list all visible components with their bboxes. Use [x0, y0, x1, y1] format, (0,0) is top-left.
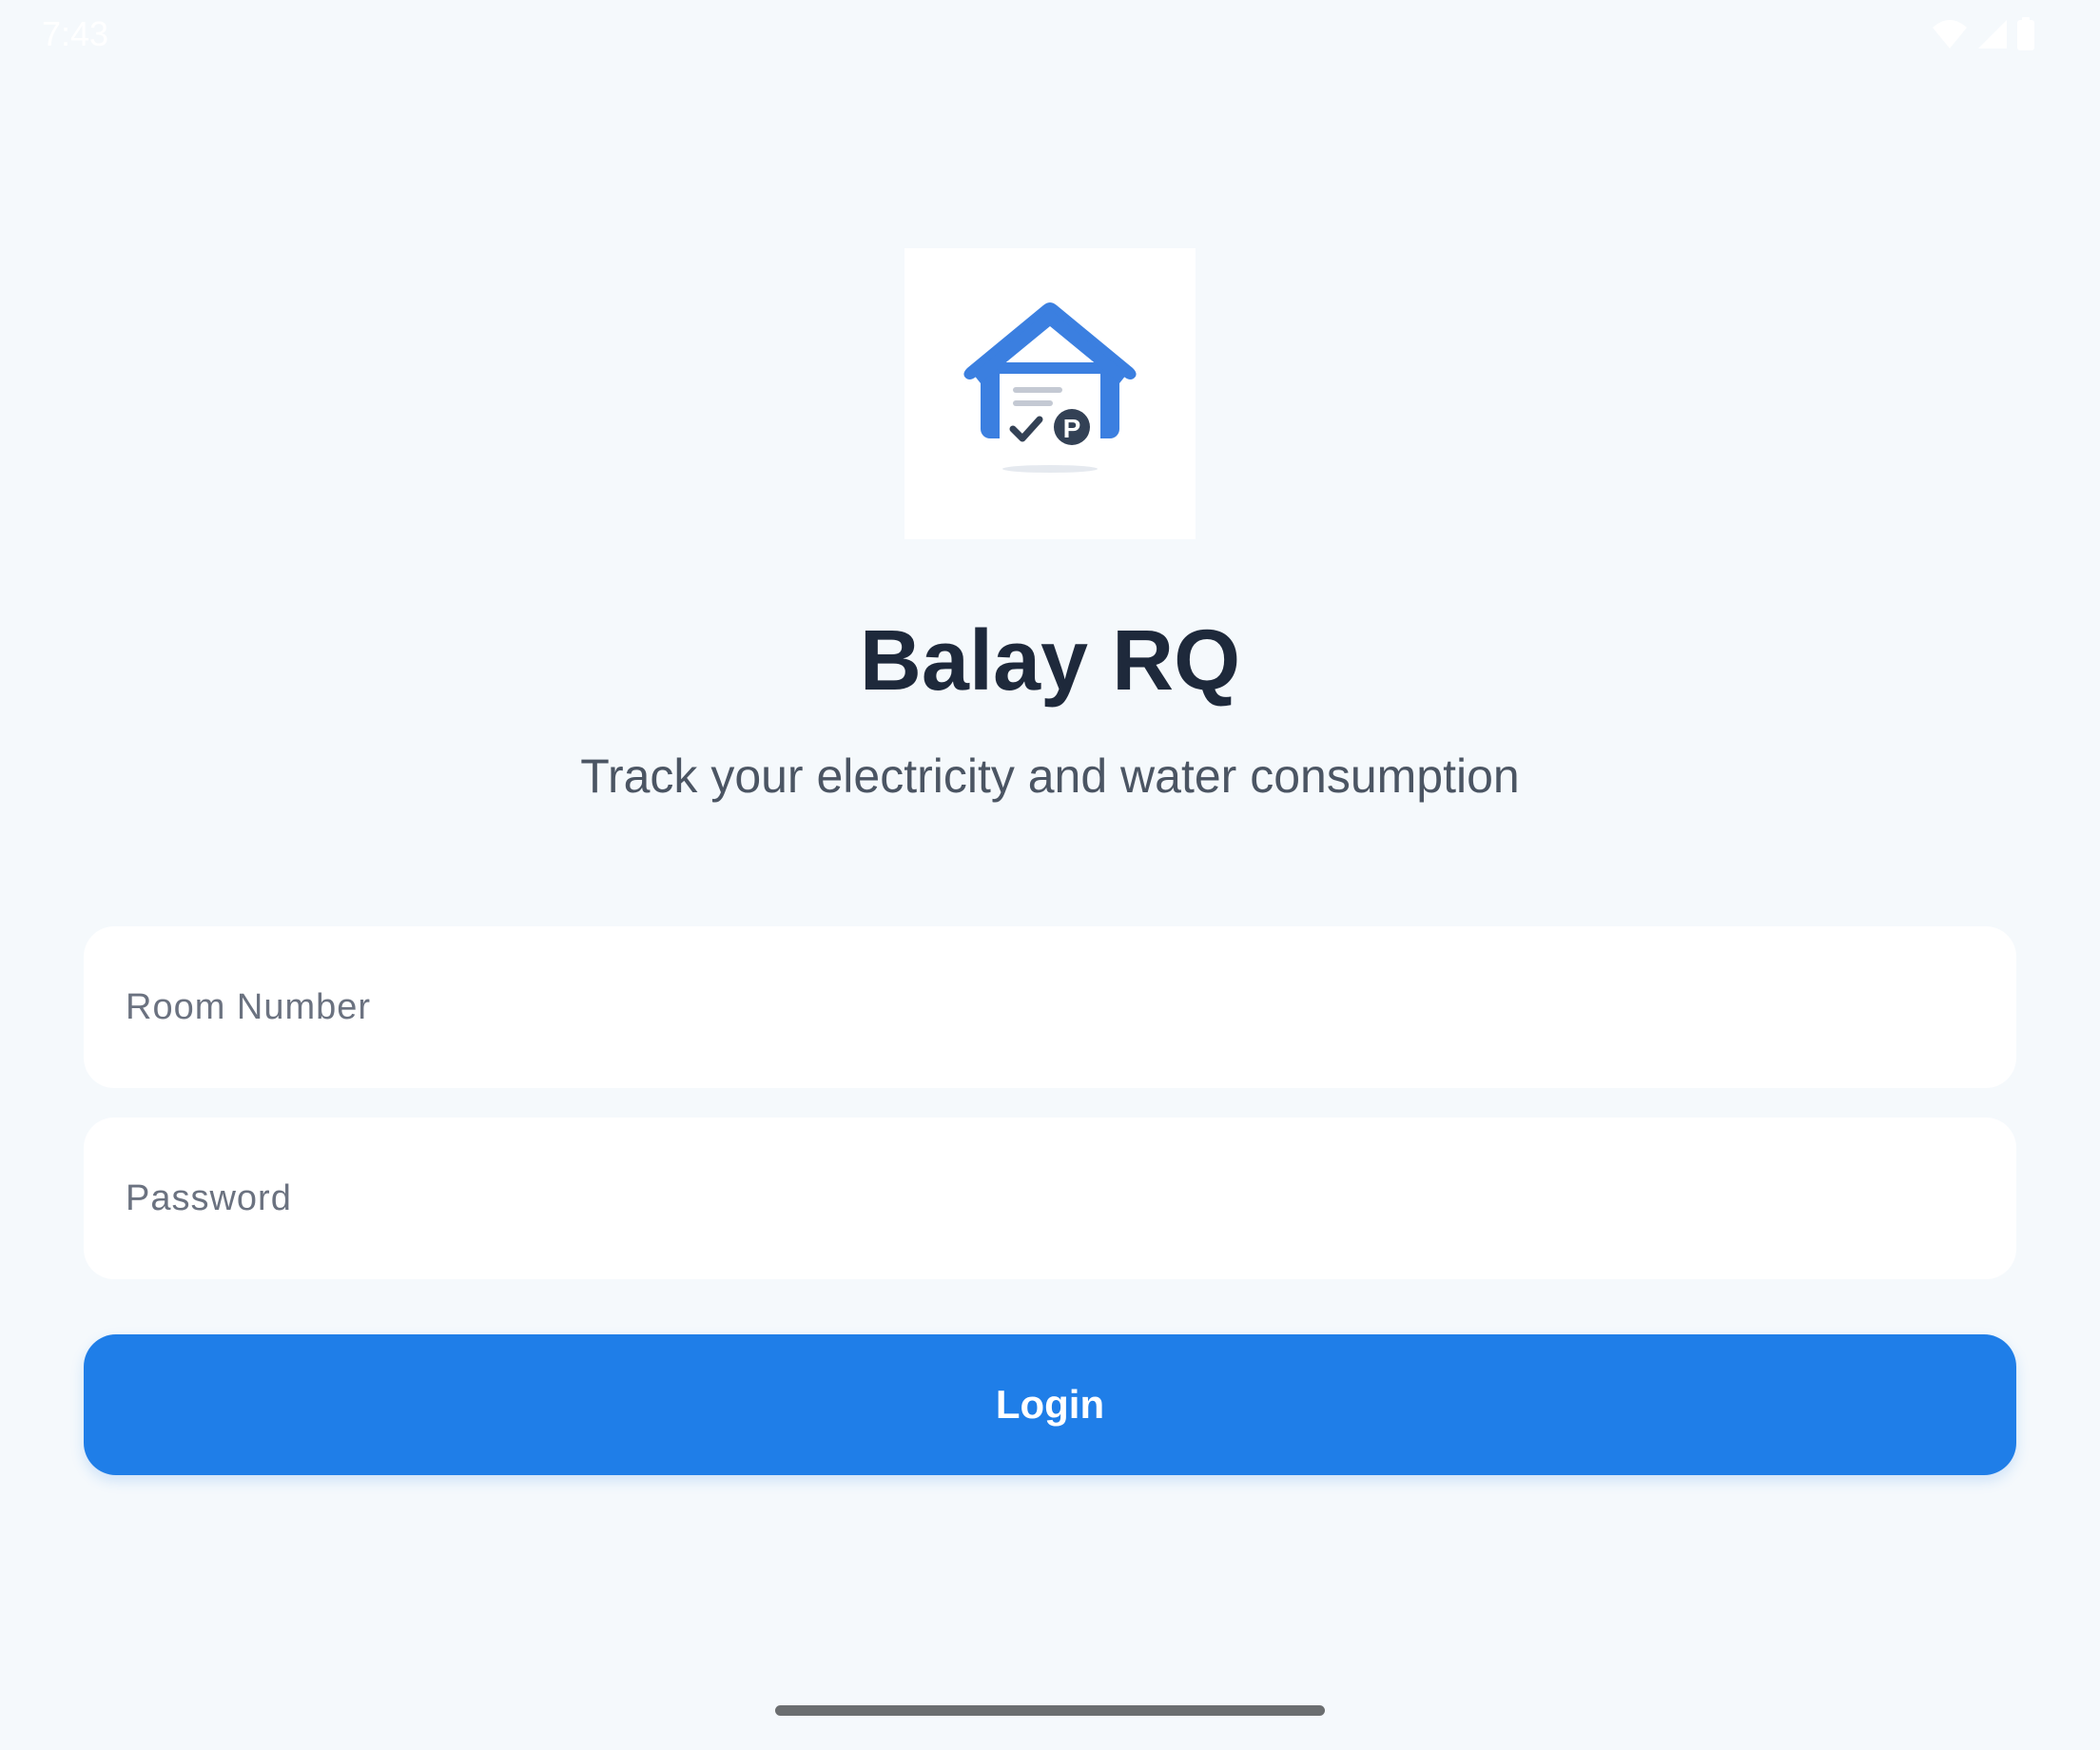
cellular-signal-icon — [1978, 20, 2007, 49]
password-field — [84, 1118, 2016, 1279]
room-number-input[interactable] — [84, 926, 2016, 1088]
house-receipt-icon: P — [963, 302, 1137, 473]
badge-letter: P — [1063, 414, 1081, 443]
home-indicator[interactable] — [775, 1705, 1325, 1716]
page-subtitle: Track your electricity and water consump… — [580, 749, 1520, 803]
wifi-icon — [1933, 20, 1967, 49]
password-input[interactable] — [84, 1118, 2016, 1279]
page-title: Balay RQ — [859, 613, 1241, 709]
status-bar: 7:43 — [0, 0, 2100, 68]
status-icons — [1931, 17, 2035, 51]
battery-icon — [2017, 17, 2034, 50]
app-logo: P — [904, 248, 1196, 539]
status-time: 7:43 — [42, 14, 109, 53]
login-button[interactable]: Login — [84, 1334, 2016, 1475]
room-number-field — [84, 926, 2016, 1088]
